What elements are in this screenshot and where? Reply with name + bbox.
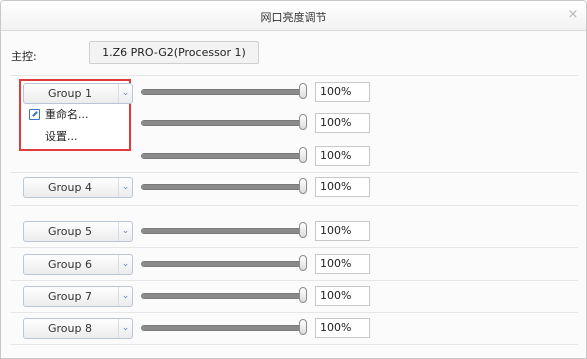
slider-thumb[interactable]: [299, 114, 307, 130]
brightness-dialog: 网口亮度调节 × 主控: 1.Z6 PRO-G2(Processor 1) 10…: [0, 0, 587, 359]
brightness-slider-group-1[interactable]: [141, 83, 307, 99]
brightness-value-group-6[interactable]: 100%: [315, 254, 370, 274]
slider-fill: [142, 185, 306, 189]
divider: [11, 280, 578, 281]
divider: [11, 312, 578, 313]
divider: [11, 344, 578, 345]
brightness-slider-group-3[interactable]: [141, 147, 307, 163]
brightness-value-group-8[interactable]: 100%: [315, 318, 370, 338]
divider: [11, 172, 578, 173]
chevron-down-icon[interactable]: ⌄: [118, 84, 132, 103]
group-label: Group 5: [48, 225, 92, 238]
brightness-slider-group-7[interactable]: [141, 287, 307, 303]
menu-item-label: 设置...: [45, 130, 78, 143]
group-1-dropdown[interactable]: Group 1 ⌄: [23, 83, 133, 104]
slider-thumb[interactable]: [299, 147, 307, 163]
brightness-slider-group-6[interactable]: [141, 255, 307, 271]
group-4-dropdown[interactable]: Group 4 ⌄: [23, 177, 133, 198]
menu-item-settings[interactable]: 设置...: [25, 126, 127, 148]
slider-track: [141, 89, 307, 95]
group-8-dropdown[interactable]: Group 8 ⌄: [23, 318, 133, 339]
group-5-dropdown[interactable]: Group 5 ⌄: [23, 221, 133, 242]
group-context-menu: Group 1 ⌄ 重命名... 设置...: [19, 79, 133, 151]
group-label: Group 4: [48, 181, 92, 194]
group-7-dropdown[interactable]: Group 7 ⌄: [23, 286, 133, 307]
slider-fill: [142, 294, 306, 298]
group-label: Group 6: [48, 258, 92, 271]
brightness-slider-group-5[interactable]: [141, 222, 307, 238]
rename-icon: [29, 109, 40, 120]
slider-fill: [142, 90, 306, 94]
menu-item-label: 重命名...: [45, 108, 89, 121]
slider-track: [141, 184, 307, 190]
slider-thumb[interactable]: [299, 83, 307, 99]
chevron-down-icon[interactable]: ⌄: [118, 319, 132, 338]
window-title: 网口亮度调节: [260, 11, 327, 24]
brightness-value-group-3[interactable]: 100%: [315, 146, 370, 166]
group-row-8: Group 8 ⌄ 100%: [23, 318, 583, 342]
group-6-dropdown[interactable]: Group 6 ⌄: [23, 254, 133, 275]
slider-track: [141, 325, 307, 331]
divider: [11, 205, 578, 206]
group-row-5: Group 5 ⌄ 100%: [23, 221, 583, 245]
brightness-value-group-1[interactable]: 100%: [315, 82, 370, 102]
chevron-down-icon[interactable]: ⌄: [118, 222, 132, 241]
slider-fill: [142, 229, 306, 233]
slider-fill: [142, 154, 306, 158]
group-label: Group 8: [48, 322, 92, 335]
slider-track: [141, 261, 307, 267]
group-label: Group 1: [48, 87, 92, 100]
brightness-value-group-2[interactable]: 100%: [315, 113, 370, 133]
slider-fill: [142, 121, 306, 125]
slider-track: [141, 120, 307, 126]
chevron-down-icon[interactable]: ⌄: [118, 178, 132, 197]
group-row-4: Group 4 ⌄ 100%: [23, 177, 583, 201]
slider-thumb[interactable]: [299, 287, 307, 303]
chevron-down-icon[interactable]: ⌄: [118, 255, 132, 274]
group-row-7: Group 7 ⌄ 100%: [23, 286, 583, 310]
master-controller-field[interactable]: 1.Z6 PRO-G2(Processor 1): [89, 41, 259, 64]
slider-thumb[interactable]: [299, 178, 307, 194]
slider-thumb[interactable]: [299, 255, 307, 271]
brightness-slider-group-2[interactable]: [141, 114, 307, 130]
group-row-6: Group 6 ⌄ 100%: [23, 254, 583, 278]
slider-track: [141, 153, 307, 159]
group-label: Group 7: [48, 290, 92, 303]
menu-item-rename[interactable]: 重命名...: [25, 104, 127, 126]
slider-thumb[interactable]: [299, 222, 307, 238]
divider: [11, 247, 578, 248]
title-bar: 网口亮度调节 ×: [1, 1, 586, 31]
slider-track: [141, 228, 307, 234]
brightness-slider-group-8[interactable]: [141, 319, 307, 335]
brightness-slider-group-4[interactable]: [141, 178, 307, 194]
slider-fill: [142, 326, 306, 330]
slider-track: [141, 293, 307, 299]
brightness-value-group-4[interactable]: 100%: [315, 177, 370, 197]
master-label: 主控:: [11, 50, 37, 63]
chevron-down-icon[interactable]: ⌄: [118, 287, 132, 306]
slider-fill: [142, 262, 306, 266]
divider: [11, 75, 578, 76]
brightness-value-group-5[interactable]: 100%: [315, 221, 370, 241]
close-icon[interactable]: ×: [566, 8, 580, 22]
brightness-value-group-7[interactable]: 100%: [315, 286, 370, 306]
slider-thumb[interactable]: [299, 319, 307, 335]
